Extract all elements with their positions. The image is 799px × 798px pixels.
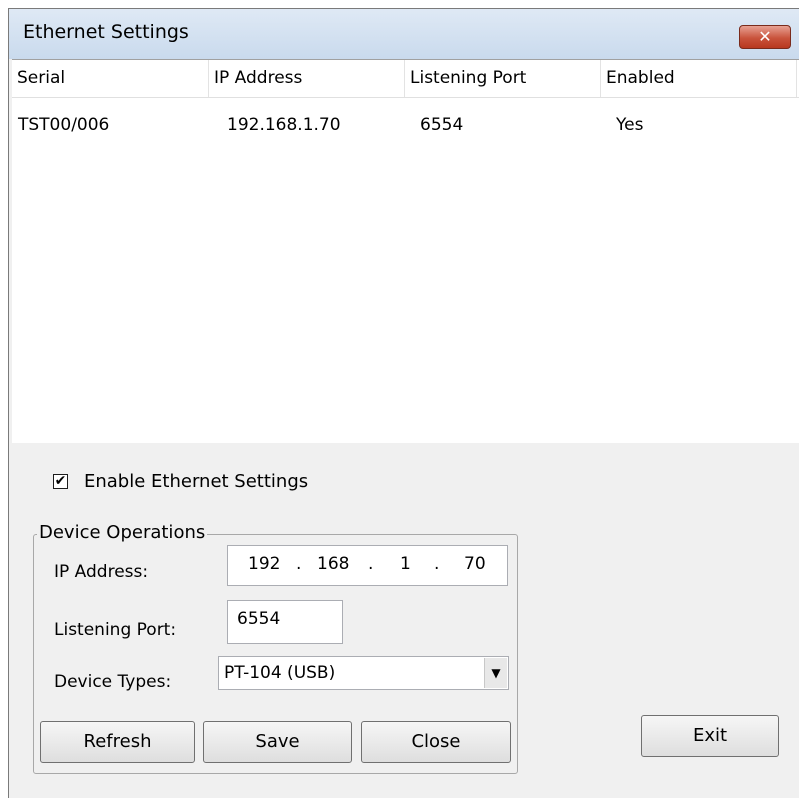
column-header-ip-address[interactable]: IP Address [209,60,405,97]
device-types-value: PT-104 (USB) [224,663,336,683]
enable-ethernet-label: Enable Ethernet Settings [84,471,309,492]
enable-ethernet-checkbox[interactable]: ✔ [53,474,68,489]
list-header: Serial IP Address Listening Port Enabled [12,60,799,98]
ip-octet-4[interactable]: 70 [464,554,486,574]
ip-address-field[interactable]: 192 . 168 . 1 . 70 [227,545,508,586]
title-bar: Ethernet Settings ✕ [9,9,799,59]
window-title: Ethernet Settings [23,21,189,43]
ethernet-settings-window: Ethernet Settings ✕ Serial IP Address Li… [8,8,799,798]
cell-ip-address: 192.168.1.70 [227,115,341,135]
ip-dot-3: . [434,554,440,574]
listening-port-input[interactable]: 6554 [227,600,343,644]
ip-address-label: IP Address: [54,562,149,582]
cell-serial: TST00/006 [18,115,110,135]
close-window-button[interactable]: ✕ [739,25,791,49]
ip-octet-3[interactable]: 1 [400,554,411,574]
ip-dot-1: . [296,554,302,574]
close-icon: ✕ [758,27,772,46]
close-button[interactable]: Close [361,721,511,763]
column-header-enabled[interactable]: Enabled [601,60,797,97]
cell-enabled: Yes [616,115,644,135]
device-types-select[interactable]: PT-104 (USB) ▼ [218,656,509,690]
device-types-label: Device Types: [54,672,172,692]
listening-port-label: Listening Port: [54,620,177,640]
refresh-button[interactable]: Refresh [40,721,195,763]
column-header-serial[interactable]: Serial [12,60,209,97]
device-operations-title: Device Operations [37,522,208,543]
ip-octet-2[interactable]: 168 [317,554,349,574]
chevron-down-icon[interactable]: ▼ [484,658,507,688]
device-list[interactable]: Serial IP Address Listening Port Enabled… [12,59,799,444]
column-header-listening-port[interactable]: Listening Port [405,60,601,97]
checkmark-icon: ✔ [54,473,67,489]
cell-listening-port: 6554 [420,115,464,135]
ip-octet-1[interactable]: 192 [248,554,280,574]
ip-dot-2: . [368,554,374,574]
exit-button[interactable]: Exit [641,715,779,757]
save-button[interactable]: Save [203,721,352,763]
